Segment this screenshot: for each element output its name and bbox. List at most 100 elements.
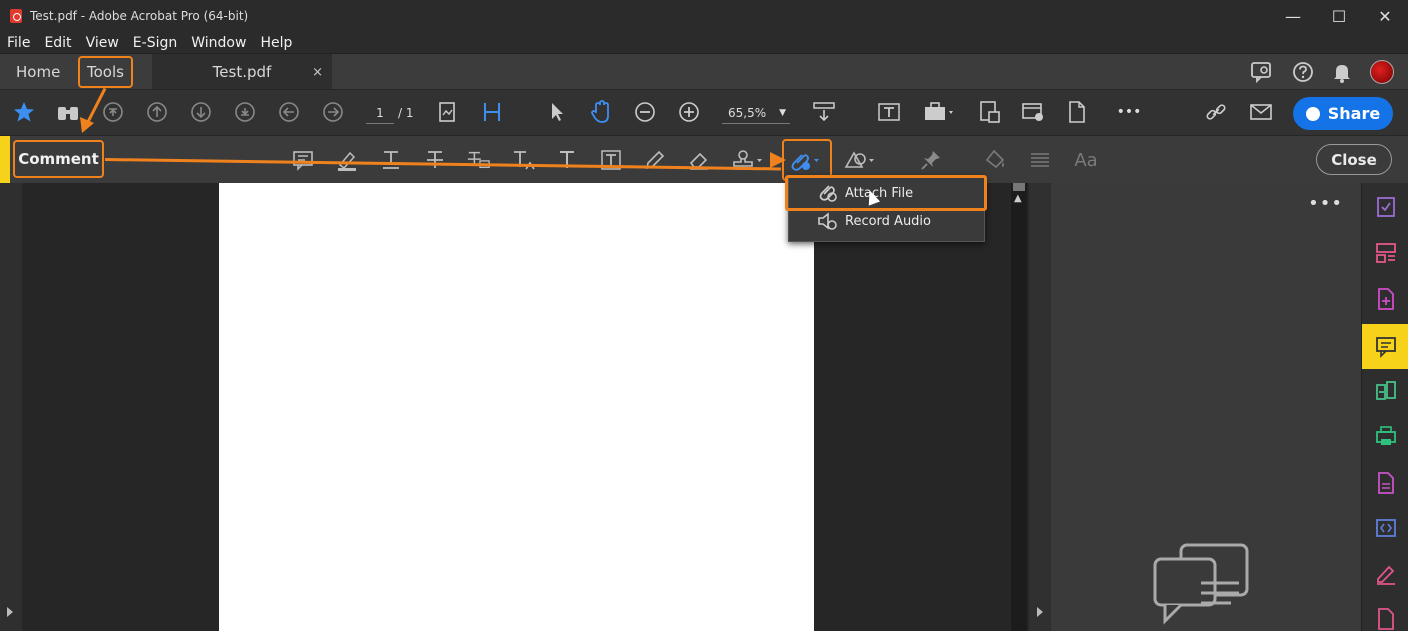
share-button[interactable]: Share (1293, 97, 1393, 130)
pdf-page[interactable] (219, 183, 814, 631)
fill-sign-icon (1376, 197, 1395, 217)
add-text-icon[interactable] (555, 148, 579, 172)
close-comment-button[interactable]: Close (1316, 144, 1392, 175)
rail-fill-sign[interactable] (1362, 187, 1408, 227)
pane-options-icon[interactable]: ••• (1308, 193, 1343, 214)
tools-briefcase-icon[interactable] (922, 100, 958, 124)
record-audio-label: Record Audio (845, 213, 931, 229)
zoom-out-icon[interactable] (633, 100, 657, 124)
back-icon[interactable] (277, 100, 301, 124)
chevron-down-icon: ▼ (779, 108, 786, 118)
avatar[interactable] (1370, 60, 1394, 84)
minimize-button[interactable]: — (1270, 0, 1316, 32)
rail-create-pdf[interactable] (1362, 279, 1408, 319)
rail-sign[interactable] (1362, 554, 1408, 594)
link-icon[interactable] (1204, 100, 1228, 124)
rail-comment[interactable] (1362, 324, 1408, 369)
forward-icon[interactable] (321, 100, 345, 124)
pin-icon[interactable] (919, 148, 943, 172)
right-panel-toggle[interactable] (1029, 183, 1051, 631)
menu-esign[interactable]: E-Sign (126, 35, 184, 51)
menu-view[interactable]: View (79, 35, 126, 51)
attach-file-icon (819, 185, 837, 202)
zoom-value: 65,5% (728, 106, 767, 120)
document-icon[interactable] (1065, 100, 1089, 124)
maximize-button[interactable]: ☐ (1316, 0, 1362, 32)
line-weight-icon[interactable] (1028, 148, 1052, 172)
find-icon[interactable] (56, 100, 80, 124)
fill-color-icon[interactable] (984, 148, 1008, 172)
tab-close-icon[interactable]: × (312, 65, 323, 80)
shapes-icon[interactable] (842, 148, 878, 172)
zoom-in-icon[interactable] (677, 100, 701, 124)
replace-text-icon[interactable] (467, 148, 491, 172)
arrow-head-icon (770, 152, 786, 168)
close-window-button[interactable]: ✕ (1362, 0, 1408, 32)
scroll-up-icon[interactable]: ▲ (1014, 193, 1022, 204)
rail-print-production[interactable] (1362, 416, 1408, 456)
title-bar: Test.pdf - Adobe Acrobat Pro (64-bit) — … (0, 0, 1408, 32)
page-number-input[interactable]: 1 (366, 102, 394, 124)
rail-export[interactable] (1362, 463, 1408, 503)
next-page-icon[interactable] (189, 100, 213, 124)
menu-window[interactable]: Window (184, 35, 253, 51)
acrobat-logo-icon (10, 9, 22, 23)
compare-icon (1375, 381, 1396, 400)
fit-page-icon[interactable] (480, 100, 504, 124)
hand-tool-icon[interactable] (589, 100, 613, 124)
zoom-select[interactable]: 65,5% ▼ (722, 102, 790, 124)
tab-document[interactable]: Test.pdf × (152, 54, 332, 90)
attach-file-icon[interactable] (788, 148, 824, 172)
page-thumbnail-icon[interactable] (436, 100, 460, 124)
comment-tool-label: Comment (13, 140, 104, 178)
more-tools-icon[interactable]: ••• (1117, 100, 1142, 124)
rail-organize[interactable] (1362, 233, 1408, 273)
rail-compare[interactable] (1362, 371, 1408, 411)
left-panel-toggle[interactable] (0, 183, 22, 631)
person-add-icon (1305, 106, 1320, 121)
menu-file[interactable]: File (0, 35, 37, 51)
menu-bar: File Edit View E-Sign Window Help (0, 32, 1408, 53)
first-page-icon[interactable] (101, 100, 125, 124)
menu-edit[interactable]: Edit (37, 35, 78, 51)
tab-bar: Home Tools Test.pdf × (0, 53, 1408, 90)
sign-icon (1376, 565, 1395, 585)
menu-item-attach-file[interactable]: Attach File (785, 175, 987, 211)
share-review-icon[interactable] (1250, 61, 1274, 83)
vertical-scrollbar[interactable]: ▲ (1011, 183, 1027, 631)
strikethrough-icon[interactable] (423, 148, 447, 172)
rail-protect[interactable] (1362, 599, 1408, 631)
underline-text-icon[interactable] (379, 148, 403, 172)
record-audio-icon (818, 212, 837, 230)
help-icon[interactable] (1292, 61, 1314, 83)
collapse-right-icon (1037, 607, 1043, 617)
document-area: ▲ (0, 183, 1051, 631)
menu-help[interactable]: Help (253, 35, 299, 51)
attach-dropdown-menu: Attach File Record Audio (785, 175, 987, 242)
bell-icon[interactable] (1332, 61, 1352, 83)
rail-javascript[interactable] (1362, 508, 1408, 548)
menu-item-record-audio[interactable]: Record Audio (789, 207, 984, 235)
star-icon[interactable] (12, 100, 36, 124)
scrollbar-thumb[interactable] (1013, 183, 1025, 191)
organize-icon (1375, 243, 1396, 263)
print-production-icon (1375, 426, 1396, 445)
last-page-icon[interactable] (233, 100, 257, 124)
organize-pages-icon[interactable] (977, 100, 1001, 124)
comments-pane: ••• (1051, 183, 1361, 631)
edit-text-icon[interactable] (877, 100, 901, 124)
textbox-icon[interactable] (599, 148, 623, 172)
scroll-mode-icon[interactable] (812, 100, 836, 124)
tab-home[interactable]: Home (16, 54, 60, 90)
highlight-icon[interactable] (335, 148, 359, 172)
select-cursor-icon[interactable] (545, 100, 569, 124)
prev-page-icon[interactable] (145, 100, 169, 124)
text-style-icon[interactable]: Aa (1072, 148, 1100, 172)
print-settings-icon[interactable] (1021, 100, 1045, 124)
arrow-head-icon (80, 117, 94, 133)
page-total: / 1 (398, 106, 414, 120)
expand-left-icon (7, 607, 13, 617)
email-icon[interactable] (1249, 100, 1273, 124)
insert-text-icon[interactable] (511, 148, 535, 172)
tab-tools[interactable]: Tools (78, 56, 133, 88)
